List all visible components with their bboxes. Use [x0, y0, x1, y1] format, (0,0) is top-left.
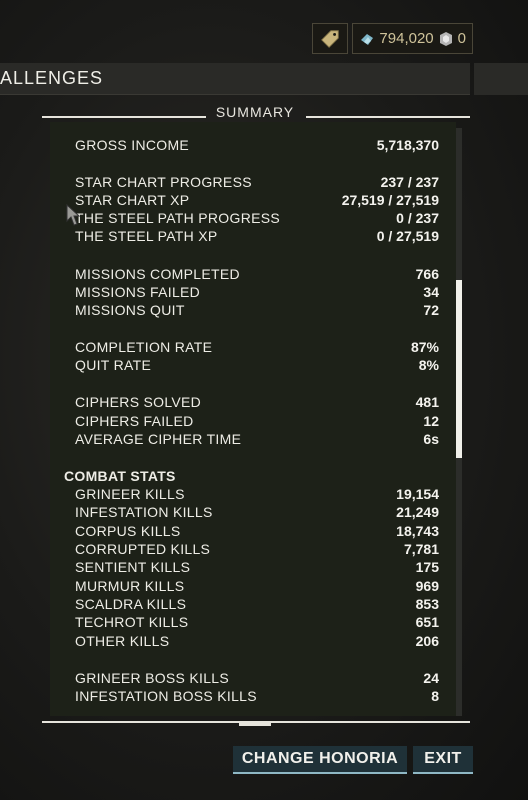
- summary-row: INFESTATION KILLS 21,249: [50, 503, 456, 521]
- summary-row: CIPHERS SOLVED 481: [50, 393, 456, 411]
- summary-row: THE STEEL PATH PROGRESS 0 / 237: [50, 209, 456, 227]
- row-value: 34: [423, 284, 439, 300]
- fade-top: [50, 122, 456, 136]
- row-label: THE STEEL PATH PROGRESS: [75, 210, 281, 226]
- row-label: GRINEER BOSS KILLS: [75, 670, 230, 686]
- row-value: 27,519 / 27,519: [341, 192, 439, 208]
- row-label: GROSS INCOME: [75, 137, 190, 153]
- summary-row: INFESTATION BOSS KILLS 8: [50, 687, 456, 705]
- row-label: MISSIONS FAILED: [75, 284, 201, 300]
- credits-icon: [439, 31, 452, 46]
- row-label: QUIT RATE: [75, 357, 152, 373]
- row-value: 969: [415, 578, 439, 594]
- summary-panel[interactable]: GROSS INCOME 5,718,370 STAR CHART PROGRESS…: [50, 122, 456, 716]
- row-label: CIPHERS SOLVED: [75, 394, 202, 410]
- header-side-panel: [474, 63, 528, 95]
- row-label: CIPHERS FAILED: [75, 413, 194, 429]
- summary-row: AVERAGE CIPHER TIME 6s: [50, 430, 456, 448]
- summary-row: MURMUR KILLS 969: [50, 577, 456, 595]
- row-value: 24: [423, 670, 439, 686]
- summary-row: COMPLETION RATE 87%: [50, 338, 456, 356]
- summary-scrollbar[interactable]: [456, 128, 462, 716]
- summary-row: STAR CHART XP 27,519 / 27,519: [50, 191, 456, 209]
- row-value: 6s: [423, 431, 439, 447]
- summary-row: SCALDRA KILLS 853: [50, 595, 456, 613]
- currency-display[interactable]: 794,020 0: [352, 23, 473, 54]
- row-label: COMPLETION RATE: [75, 339, 213, 355]
- row-value: 8: [431, 688, 439, 704]
- row-value: 8%: [418, 357, 439, 373]
- frame-top-border: [42, 116, 470, 118]
- summary-row: OTHER KILLS 206: [50, 632, 456, 650]
- row-value: 0 / 237: [396, 210, 439, 226]
- credits-extra-amount: 0: [457, 30, 466, 47]
- row-label: CORPUS KILLS: [75, 523, 181, 539]
- row-value: 5,718,370: [376, 137, 439, 153]
- summary-row: STAR CHART PROGRESS 237 / 237: [50, 173, 456, 191]
- summary-row: THE STEEL PATH XP 0 / 27,519: [50, 227, 456, 245]
- scrollbar-thumb[interactable]: [456, 280, 462, 458]
- row-value: 21,249: [396, 504, 439, 520]
- section-header: COMBAT STATS: [50, 467, 456, 485]
- row-label: COMBAT STATS: [64, 468, 176, 484]
- row-value: 18,743: [396, 523, 439, 539]
- summary-row: SENTIENT KILLS 175: [50, 558, 456, 576]
- row-label: STAR CHART PROGRESS: [75, 174, 252, 190]
- summary-row: CIPHERS FAILED 12: [50, 412, 456, 430]
- platinum-icon: [361, 33, 374, 45]
- row-label: SENTIENT KILLS: [75, 559, 191, 575]
- currency-bar: 794,020 0: [312, 23, 473, 54]
- row-value: 72: [423, 302, 439, 318]
- row-value: 87%: [410, 339, 439, 355]
- summary-row: GRINEER KILLS 19,154: [50, 485, 456, 503]
- row-label: SCALDRA KILLS: [75, 596, 187, 612]
- row-label: MURMUR KILLS: [75, 578, 185, 594]
- price-tag-icon: [321, 29, 340, 48]
- market-button[interactable]: [312, 23, 349, 54]
- row-value: 651: [415, 614, 439, 630]
- summary-row: MISSIONS QUIT 72: [50, 301, 456, 319]
- row-value: 481: [415, 394, 439, 410]
- row-value: 175: [415, 559, 439, 575]
- row-value: 0 / 27,519: [376, 228, 439, 244]
- row-label: GRINEER KILLS: [75, 486, 185, 502]
- change-honoria-button[interactable]: CHANGE HONORIA: [233, 746, 407, 774]
- row-value: 12: [423, 413, 439, 429]
- row-label: MISSIONS QUIT: [75, 302, 185, 318]
- row-value: 237 / 237: [380, 174, 439, 190]
- row-value: 206: [415, 633, 439, 649]
- summary-row: MISSIONS FAILED 34: [50, 283, 456, 301]
- row-label: INFESTATION KILLS: [75, 504, 213, 520]
- summary-row: CORRUPTED KILLS 7,781: [50, 540, 456, 558]
- summary-row: MISSIONS COMPLETED 766: [50, 265, 456, 283]
- summary-row: QUIT RATE 8%: [50, 356, 456, 374]
- row-value: 853: [415, 596, 439, 612]
- row-label: STAR CHART XP: [75, 192, 190, 208]
- platinum-amount: 794,020: [379, 30, 434, 47]
- mouse-cursor-icon: [66, 204, 80, 226]
- summary-row: TECHROT KILLS 651: [50, 613, 456, 631]
- summary-row: CORPUS KILLS 18,743: [50, 522, 456, 540]
- frame-bottom-border: [42, 721, 470, 726]
- challenges-header: ALLENGES: [0, 63, 470, 95]
- row-value: 766: [415, 266, 439, 282]
- row-label: OTHER KILLS: [75, 633, 170, 649]
- row-label: TECHROT KILLS: [75, 614, 189, 630]
- summary-row: GRINEER BOSS KILLS 24: [50, 669, 456, 687]
- row-label: THE STEEL PATH XP: [75, 228, 218, 244]
- row-value: 7,781: [403, 541, 439, 557]
- row-value: 19,154: [396, 486, 439, 502]
- row-label: INFESTATION BOSS KILLS: [75, 688, 257, 704]
- row-label: AVERAGE CIPHER TIME: [75, 431, 242, 447]
- exit-button[interactable]: EXIT: [413, 746, 473, 774]
- row-label: CORRUPTED KILLS: [75, 541, 211, 557]
- row-label: MISSIONS COMPLETED: [75, 266, 240, 282]
- summary-row: GROSS INCOME 5,718,370: [50, 136, 456, 154]
- page-title: ALLENGES: [0, 68, 104, 88]
